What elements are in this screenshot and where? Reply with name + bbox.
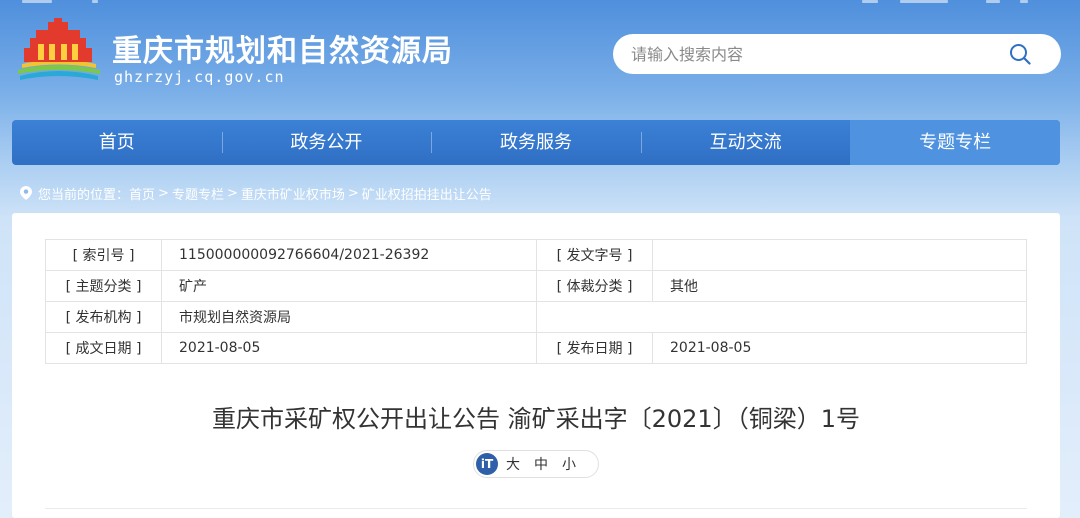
table-row: [ 发布机构 ] 市规划自然资源局 (45, 301, 1027, 333)
document-number-value (652, 239, 1027, 271)
topic-category-value: 矿产 (161, 270, 537, 302)
breadcrumb-separator: > (226, 185, 238, 201)
main-nav: 首页 政务公开 政务服务 互动交流 专题专栏 (12, 120, 1060, 165)
font-size-icon: iT (476, 453, 498, 475)
publisher-label: [ 发布机构 ] (45, 301, 162, 333)
search-input[interactable] (631, 34, 1001, 74)
site-title[interactable]: 重庆市规划和自然资源局 (112, 26, 453, 70)
government-emblem-logo[interactable] (14, 18, 102, 84)
document-number-label: [ 发文字号 ] (536, 239, 653, 271)
font-size-control: iT 大 中 小 (473, 450, 599, 478)
search-icon[interactable] (1009, 43, 1031, 65)
breadcrumb: 您当前的位置： 首页 > 专题专栏 > 重庆市矿业权市场 > 矿业权招拍挂出让公… (20, 183, 492, 203)
font-size-large-button[interactable]: 大 (506, 454, 520, 474)
top-utility-bar-fragment (0, 0, 1080, 6)
breadcrumb-mining-rights-auction-notice[interactable]: 矿业权招拍挂出让公告 (362, 184, 492, 203)
divider (45, 508, 1027, 509)
topic-category-label: [ 主题分类 ] (45, 270, 162, 302)
nav-special-topics[interactable]: 专题专栏 (850, 120, 1060, 165)
breadcrumb-mining-rights-market[interactable]: 重庆市矿业权市场 (241, 184, 345, 203)
nav-interaction[interactable]: 互动交流 (640, 120, 851, 165)
genre-category-value: 其他 (652, 270, 1027, 302)
breadcrumb-special-topics[interactable]: 专题专栏 (172, 184, 224, 203)
publisher-value: 市规划自然资源局 (161, 301, 537, 333)
breadcrumb-separator: > (158, 185, 169, 201)
creation-date-label: [ 成文日期 ] (45, 332, 162, 364)
table-row: [ 索引号 ] 115000000092766604/2021-26392 [ … (45, 239, 1027, 271)
empty-cell (536, 301, 1027, 333)
publish-date-value: 2021-08-05 (652, 332, 1027, 364)
site-domain: ghzrzyj.cq.gov.cn (114, 68, 285, 86)
breadcrumb-separator: > (347, 185, 359, 201)
breadcrumb-prefix: 您当前的位置： (38, 187, 130, 203)
search-box (613, 34, 1061, 74)
publish-date-label: [ 发布日期 ] (536, 332, 653, 364)
location-pin-icon (20, 186, 32, 200)
table-row: [ 成文日期 ] 2021-08-05 [ 发布日期 ] 2021-08-05 (45, 332, 1027, 364)
nav-government-services[interactable]: 政务服务 (431, 120, 641, 165)
creation-date-value: 2021-08-05 (161, 332, 537, 364)
index-number-label: [ 索引号 ] (45, 239, 162, 271)
genre-category-label: [ 体裁分类 ] (536, 270, 653, 302)
document-title: 重庆市采矿权公开出让公告 渝矿采出字〔2021〕（铜梁）1号 (212, 405, 860, 433)
font-size-small-button[interactable]: 小 (562, 454, 576, 474)
nav-government-affairs-disclosure[interactable]: 政务公开 (221, 120, 432, 165)
index-number-value: 115000000092766604/2021-26392 (161, 239, 537, 271)
document-metadata-table: [ 索引号 ] 115000000092766604/2021-26392 [ … (45, 239, 1027, 364)
nav-home[interactable]: 首页 (12, 120, 222, 165)
breadcrumb-home[interactable]: 首页 (129, 184, 155, 203)
table-row: [ 主题分类 ] 矿产 [ 体裁分类 ] 其他 (45, 270, 1027, 302)
font-size-medium-button[interactable]: 中 (534, 454, 548, 474)
content-card: [ 索引号 ] 115000000092766604/2021-26392 [ … (12, 213, 1060, 518)
